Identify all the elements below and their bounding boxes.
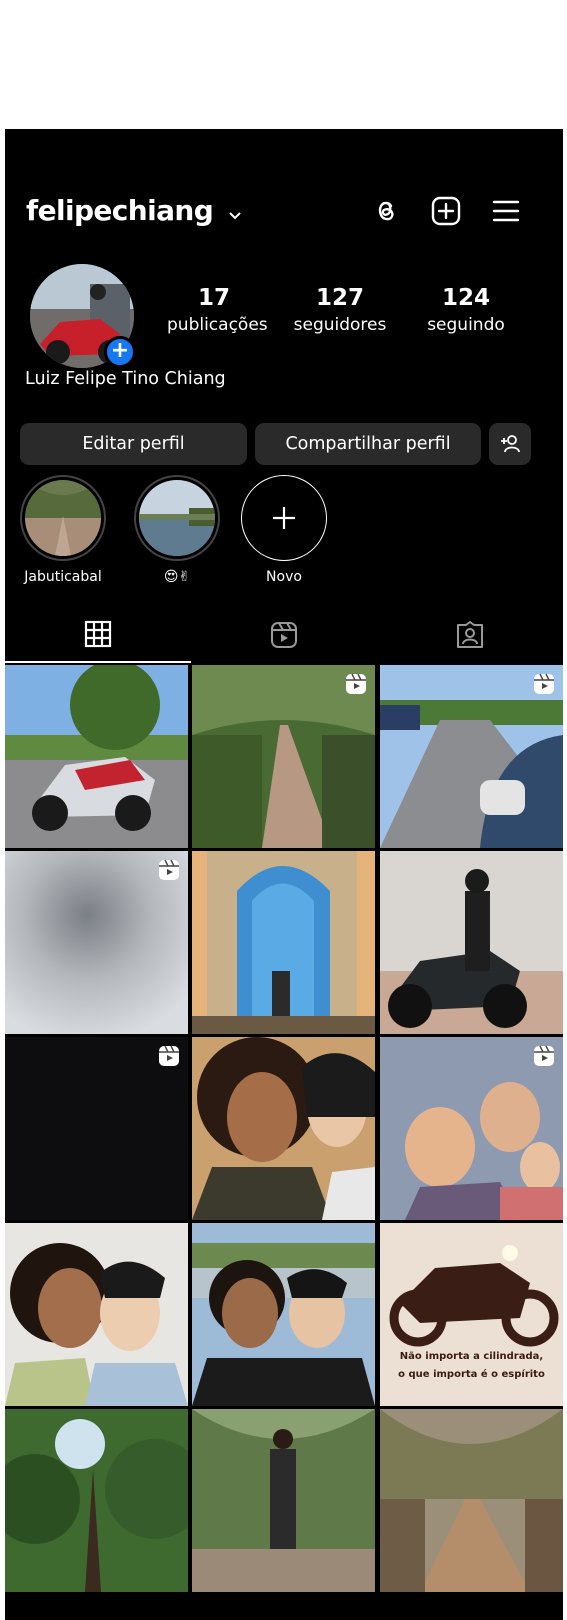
following-label: seguindo bbox=[427, 315, 505, 335]
followers-count: 127 bbox=[315, 285, 364, 311]
following-count: 124 bbox=[441, 285, 490, 311]
highlight-image bbox=[139, 480, 215, 556]
new-highlight-button bbox=[241, 475, 327, 561]
reels-icon bbox=[271, 622, 297, 648]
highlight-label: 😍✌ bbox=[163, 569, 191, 585]
post-thumbnail[interactable] bbox=[380, 1409, 563, 1592]
post-thumbnail[interactable] bbox=[192, 1037, 375, 1220]
reel-badge-icon bbox=[533, 1045, 555, 1067]
add-story-button[interactable]: + bbox=[104, 336, 136, 368]
username-switcher[interactable]: felipechiang bbox=[26, 189, 242, 234]
stat-posts[interactable]: 17 publicações bbox=[167, 284, 268, 338]
plus-icon bbox=[273, 507, 295, 529]
post-thumbnail[interactable] bbox=[192, 1409, 375, 1592]
tab-reels[interactable] bbox=[191, 607, 377, 663]
highlight-image bbox=[25, 480, 101, 556]
reel-badge-icon bbox=[158, 1045, 180, 1067]
reel-badge-icon bbox=[158, 859, 180, 881]
post-thumbnail[interactable] bbox=[5, 1037, 188, 1220]
tab-tagged[interactable] bbox=[377, 607, 563, 663]
posts-label: publicações bbox=[167, 315, 268, 335]
profile-screen: felipechiang + 17 publicações 127 seguid… bbox=[5, 129, 563, 1620]
top-bar: felipechiang bbox=[5, 189, 563, 233]
edit-profile-button[interactable]: Editar perfil bbox=[20, 423, 247, 465]
tagged-icon bbox=[457, 621, 483, 648]
grid-icon bbox=[84, 620, 112, 648]
add-person-icon bbox=[501, 435, 520, 453]
threads-icon[interactable] bbox=[369, 194, 403, 228]
followers-label: seguidores bbox=[293, 315, 387, 335]
highlight-label: Novo bbox=[266, 569, 302, 585]
menu-icon[interactable] bbox=[489, 194, 523, 228]
full-name: Luiz Felipe Tino Chiang bbox=[25, 369, 226, 389]
username-label: felipechiang bbox=[26, 194, 214, 227]
profile-tabs bbox=[5, 607, 563, 663]
post-thumbnail[interactable] bbox=[5, 851, 188, 1034]
add-person-button[interactable] bbox=[489, 423, 531, 465]
highlight-cover bbox=[20, 475, 106, 561]
stat-following[interactable]: 124 seguindo bbox=[419, 284, 513, 338]
highlight-cover bbox=[134, 475, 220, 561]
post-thumbnail[interactable] bbox=[380, 851, 563, 1034]
post-thumbnail[interactable] bbox=[5, 665, 188, 848]
post-thumbnail[interactable] bbox=[5, 1223, 188, 1406]
stat-followers[interactable]: 127 seguidores bbox=[293, 284, 387, 338]
highlight-new[interactable]: Novo bbox=[234, 475, 334, 585]
new-post-icon[interactable] bbox=[429, 194, 463, 228]
post-thumbnail[interactable]: Não importa a cilindrada, o que importa … bbox=[380, 1223, 563, 1406]
post-thumbnail[interactable] bbox=[380, 665, 563, 848]
post-thumbnail[interactable] bbox=[5, 1409, 188, 1592]
post-caption-line1: Não importa a cilindrada, bbox=[399, 1351, 544, 1362]
posts-count: 17 bbox=[197, 285, 230, 311]
chevron-down-icon bbox=[228, 190, 242, 234]
reel-badge-icon bbox=[345, 673, 367, 695]
post-caption-line2: o que importa é o espírito bbox=[398, 1369, 545, 1380]
post-thumbnail[interactable] bbox=[380, 1037, 563, 1220]
post-thumbnail[interactable] bbox=[192, 665, 375, 848]
post-thumbnail[interactable] bbox=[192, 851, 375, 1034]
profile-avatar[interactable]: + bbox=[30, 264, 136, 368]
highlight-emoji[interactable]: 😍✌ bbox=[127, 475, 227, 585]
highlight-jabuticabal[interactable]: Jabuticabal bbox=[13, 475, 113, 585]
share-profile-button[interactable]: Compartilhar perfil bbox=[255, 423, 481, 465]
highlight-label: Jabuticabal bbox=[24, 569, 102, 585]
reel-badge-icon bbox=[533, 673, 555, 695]
tab-grid[interactable] bbox=[5, 607, 191, 663]
post-thumbnail[interactable] bbox=[192, 1223, 375, 1406]
